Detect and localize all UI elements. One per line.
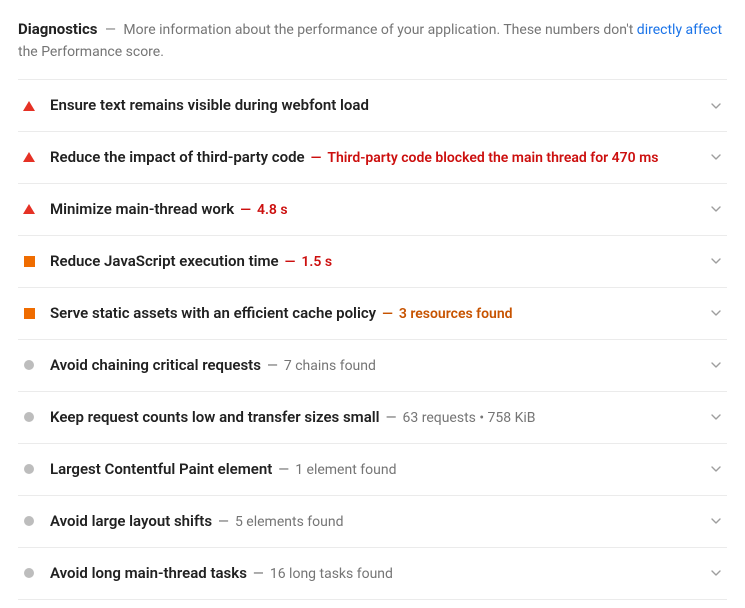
circle-gray-icon	[22, 360, 36, 370]
diagnostic-row[interactable]: Ensure text remains visible during webfo…	[18, 80, 727, 132]
diagnostic-title: Avoid large layout shifts	[50, 510, 212, 533]
diagnostic-title: Ensure text remains visible during webfo…	[50, 94, 369, 117]
detail-separator: —	[218, 512, 229, 533]
diagnostic-body: Avoid chaining critical requests — 7 chain…	[50, 354, 695, 377]
diagnostic-body: Avoid long main-thread tasks — 16 long tas…	[50, 562, 695, 585]
triangle-red-icon	[22, 152, 36, 162]
diagnostic-detail: 16 long tasks found	[270, 564, 393, 585]
diagnostic-detail: 3 resources found	[399, 304, 513, 325]
detail-separator: —	[253, 564, 264, 585]
diagnostic-title: Minimize main-thread work	[50, 198, 234, 221]
chevron-down-icon	[709, 518, 723, 524]
triangle-red-icon	[22, 101, 36, 111]
diagnostic-detail: Third-party code blocked the main thread…	[327, 148, 658, 169]
chevron-down-icon	[709, 206, 723, 212]
chevron-down-icon	[709, 310, 723, 316]
chevron-down-icon	[709, 154, 723, 160]
diagnostic-row[interactable]: Serve static assets with an efficient ca…	[18, 288, 727, 340]
diagnostic-row[interactable]: Keep request counts low and transfer siz…	[18, 392, 727, 444]
diagnostic-title: Reduce the impact of third-party code	[50, 146, 305, 169]
diagnostic-title: Avoid long main-thread tasks	[50, 562, 247, 585]
detail-separator: —	[382, 304, 393, 325]
diagnostics-description-before: More information about the performance o…	[123, 22, 636, 38]
chevron-down-icon	[709, 414, 723, 420]
diagnostic-body: Minimize main-thread work — 4.8 s	[50, 198, 695, 221]
square-orange-icon	[22, 308, 36, 319]
diagnostic-row[interactable]: Largest Contentful Paint element — 1 eleme…	[18, 444, 727, 496]
circle-gray-icon	[22, 412, 36, 422]
square-orange-icon	[22, 256, 36, 267]
diagnostics-list: Ensure text remains visible during webfo…	[18, 79, 727, 600]
detail-separator: —	[386, 408, 397, 429]
diagnostic-body: Serve static assets with an efficient ca…	[50, 302, 695, 325]
diagnostic-body: Reduce JavaScript execution time —1.5 s	[50, 250, 695, 273]
diagnostics-description-after: the Performance score.	[18, 44, 164, 60]
diagnostic-detail: 4.8 s	[257, 200, 288, 221]
diagnostic-body: Ensure text remains visible during webfo…	[50, 94, 695, 117]
diagnostics-title: Diagnostics	[18, 20, 97, 38]
chevron-down-icon	[709, 362, 723, 368]
diagnostic-body: Avoid large layout shifts — 5 elements fou…	[50, 510, 695, 533]
diagnostic-title: Largest Contentful Paint element	[50, 458, 272, 481]
diagnostic-detail: 5 elements found	[235, 512, 344, 533]
diagnostic-row[interactable]: Avoid long main-thread tasks — 16 long tas…	[18, 548, 727, 600]
diagnostic-detail: 1 element found	[295, 460, 396, 481]
diagnostic-row[interactable]: Avoid chaining critical requests — 7 chain…	[18, 340, 727, 392]
diagnostics-header: Diagnostics — More information about the…	[18, 18, 727, 63]
circle-gray-icon	[22, 464, 36, 474]
diagnostic-title: Reduce JavaScript execution time	[50, 250, 279, 273]
chevron-down-icon	[709, 466, 723, 472]
circle-gray-icon	[22, 568, 36, 578]
detail-separator: —	[267, 356, 278, 377]
diagnostic-body: Reduce the impact of third-party code —Th…	[50, 146, 695, 169]
circle-gray-icon	[22, 516, 36, 526]
diagnostic-row[interactable]: Avoid large layout shifts — 5 elements fou…	[18, 496, 727, 548]
detail-separator: —	[240, 200, 251, 221]
diagnostic-detail: 1.5 s	[301, 252, 332, 273]
chevron-down-icon	[709, 103, 723, 109]
diagnostic-detail: 7 chains found	[284, 356, 376, 377]
diagnostic-title: Serve static assets with an efficient ca…	[50, 302, 376, 325]
dash: —	[105, 22, 116, 38]
chevron-down-icon	[709, 258, 723, 264]
diagnostic-row[interactable]: Reduce JavaScript execution time —1.5 s	[18, 236, 727, 288]
diagnostic-title: Avoid chaining critical requests	[50, 354, 261, 377]
detail-separator: —	[311, 148, 322, 169]
detail-separator: —	[285, 252, 296, 273]
diagnostic-row[interactable]: Minimize main-thread work — 4.8 s	[18, 184, 727, 236]
diagnostic-body: Keep request counts low and transfer siz…	[50, 406, 695, 429]
directly-affect-link[interactable]: directly affect	[637, 22, 722, 38]
detail-separator: —	[278, 460, 289, 481]
diagnostic-body: Largest Contentful Paint element — 1 eleme…	[50, 458, 695, 481]
diagnostic-title: Keep request counts low and transfer siz…	[50, 406, 380, 429]
chevron-down-icon	[709, 570, 723, 576]
diagnostic-row[interactable]: Reduce the impact of third-party code —Th…	[18, 132, 727, 184]
triangle-red-icon	[22, 204, 36, 214]
diagnostic-detail: 63 requests • 758 KiB	[403, 408, 536, 429]
